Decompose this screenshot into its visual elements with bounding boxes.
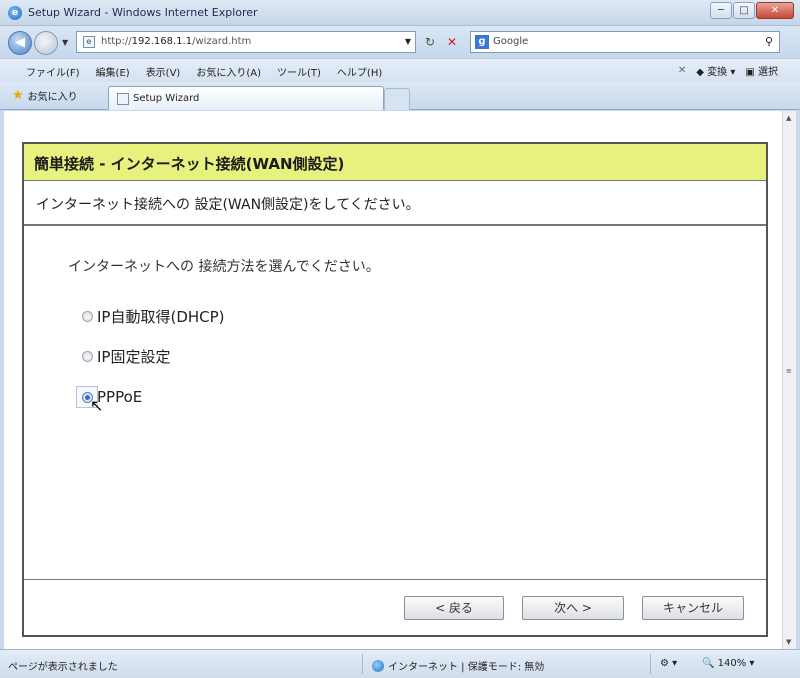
option-dhcp[interactable]: IP自動取得(DHCP) <box>82 306 225 327</box>
option-static-ip[interactable]: IP固定設定 <box>82 346 170 367</box>
ie-logo-icon: e <box>8 6 22 20</box>
stop-icon[interactable]: ✕ <box>442 32 462 52</box>
window-title: Setup Wizard - Windows Internet Explorer <box>28 6 258 19</box>
page-content: 簡単接続 - インターネット接続(WAN側設定) インターネット接続への 設定(… <box>4 111 782 649</box>
refresh-icon[interactable]: ↻ <box>420 32 440 52</box>
scroll-up-icon[interactable]: ▲ <box>786 114 791 122</box>
tab-bar: ★ お気に入り Setup Wizard <box>0 82 800 110</box>
maximize-button[interactable]: □ <box>733 2 755 19</box>
radio-static-ip[interactable] <box>82 351 93 362</box>
favorites-label: お気に入り <box>27 92 78 103</box>
scroll-thumb-grip-icon[interactable]: ≡ <box>786 367 792 375</box>
status-bar: ページが表示されました インターネット | 保護モード: 無効 ⚙ ▾ 🔍 14… <box>0 649 800 678</box>
menu-item-5[interactable]: ヘルプ(H) <box>329 64 390 79</box>
zoom-level[interactable]: 🔍 140% ▾ <box>702 658 754 669</box>
window-controls: ─ □ ✕ <box>710 2 794 19</box>
address-dropdown-icon[interactable]: ▼ <box>405 37 411 46</box>
back-step-button[interactable]: < 戻る <box>404 596 504 620</box>
address-bar[interactable]: e http://192.168.1.1/wizard.htm ▼ <box>76 31 416 53</box>
search-icon[interactable]: ⚲ <box>765 35 773 48</box>
option-dhcp-label: IP自動取得(DHCP) <box>97 308 225 326</box>
setup-wizard-panel: 簡単接続 - インターネット接続(WAN側設定) インターネット接続への 設定(… <box>22 142 768 637</box>
close-button[interactable]: ✕ <box>756 2 794 19</box>
window-title-bar: e Setup Wizard - Windows Internet Explor… <box>0 0 800 26</box>
toolbar-right: ✕ ◆ 変換 ▾ ▣ 選択 <box>678 63 778 78</box>
menu-bar: ファイル(F) 編集(E) 表示(V) お気に入り(A) ツール(T) ヘルプ(H) ✕ … <box>0 58 800 82</box>
connection-method-question: インターネットへの 接続方法を選んでください。 <box>68 259 380 275</box>
page-icon: e <box>83 36 95 48</box>
search-box[interactable]: g Google ⚲ <box>470 31 780 53</box>
menu-item-1[interactable]: 編集(E) <box>88 64 138 79</box>
scroll-down-icon[interactable]: ▼ <box>786 638 791 646</box>
option-pppoe-label: PPPoE <box>97 388 143 406</box>
menu-item-4[interactable]: ツール(T) <box>269 64 329 79</box>
favorites-star-icon: ★ <box>12 88 24 103</box>
mouse-cursor-icon: ↖ <box>90 396 104 415</box>
menu-item-2[interactable]: 表示(V) <box>138 64 189 79</box>
next-step-button[interactable]: 次へ > <box>522 596 624 620</box>
select-button[interactable]: ▣ 選択 <box>745 63 778 78</box>
search-engine-label: Google <box>493 36 529 47</box>
favorites-button[interactable]: ★ お気に入り <box>12 88 78 103</box>
tab-setup-wizard[interactable]: Setup Wizard <box>108 86 384 110</box>
cancel-button[interactable]: キャンセル <box>642 596 744 620</box>
status-message: ページが表示されました <box>8 662 118 673</box>
security-zone-label: インターネット | 保護モード: 無効 <box>388 662 545 673</box>
recent-pages-dropdown-icon[interactable]: ▼ <box>62 38 68 47</box>
wizard-header: 簡単接続 - インターネット接続(WAN側設定) <box>24 144 766 181</box>
address-toolbar: ◀ ▶ ▼ e http://192.168.1.1/wizard.htm ▼ … <box>0 26 800 58</box>
minimize-button[interactable]: ─ <box>710 2 732 19</box>
radio-dhcp[interactable] <box>82 311 93 322</box>
menu-item-0[interactable]: ファイル(F) <box>18 64 88 79</box>
option-static-ip-label: IP固定設定 <box>97 348 171 366</box>
google-logo-icon: g <box>475 35 489 49</box>
status-divider <box>650 654 651 674</box>
close-toolbar-icon[interactable]: ✕ <box>678 65 686 76</box>
security-zone[interactable]: インターネット | 保護モード: 無効 <box>372 658 544 673</box>
protected-mode-icon[interactable]: ⚙ ▾ <box>660 658 677 669</box>
menu-item-3[interactable]: お気に入り(A) <box>188 64 269 79</box>
tab-title: Setup Wizard <box>133 93 200 104</box>
new-tab-button[interactable] <box>384 88 410 110</box>
internet-zone-globe-icon <box>372 659 384 672</box>
forward-button[interactable]: ▶ <box>34 31 58 55</box>
wizard-footer: < 戻る 次へ > キャンセル <box>24 579 766 635</box>
translate-button[interactable]: ◆ 変換 ▾ <box>696 63 735 78</box>
vertical-scrollbar[interactable]: ▲ ≡ ▼ <box>782 111 796 649</box>
tab-page-icon <box>117 93 129 105</box>
status-divider <box>362 654 363 674</box>
address-url[interactable]: http://192.168.1.1/wizard.htm <box>101 36 251 47</box>
wizard-subheader: インターネット接続への 設定(WAN側設定)をしてください。 <box>24 181 766 226</box>
menu-items: ファイル(F) 編集(E) 表示(V) お気に入り(A) ツール(T) ヘルプ(H) <box>18 64 390 79</box>
back-button[interactable]: ◀ <box>8 31 32 55</box>
